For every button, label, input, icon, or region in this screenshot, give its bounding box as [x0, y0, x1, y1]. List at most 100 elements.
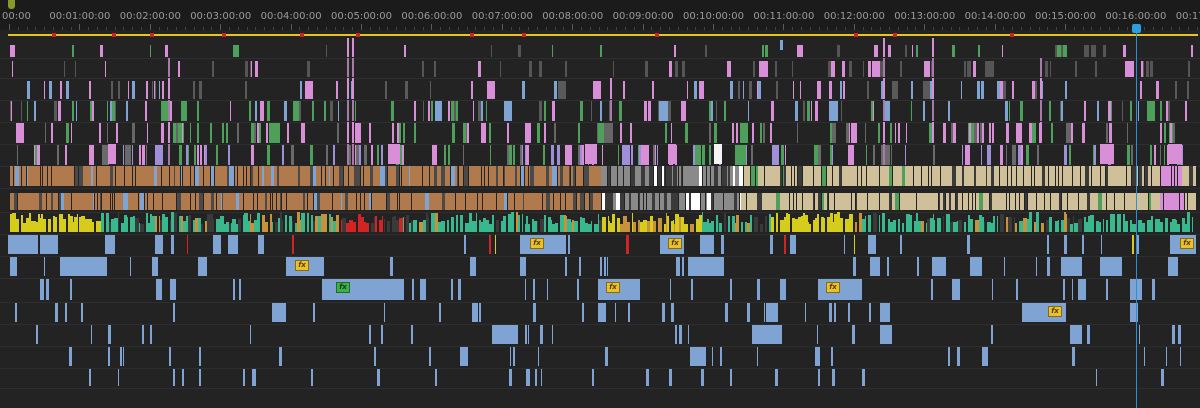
video-clip[interactable] — [707, 166, 710, 186]
video-clip[interactable] — [867, 81, 869, 99]
video-clip[interactable] — [723, 101, 727, 121]
video-clip[interactable] — [658, 217, 662, 232]
video-clip[interactable] — [1007, 166, 1012, 186]
video-clip[interactable] — [839, 81, 843, 99]
video-clip[interactable] — [386, 81, 388, 99]
video-clip[interactable] — [574, 220, 578, 232]
video-clip[interactable] — [763, 303, 766, 322]
video-clip[interactable] — [95, 192, 98, 210]
video-clip[interactable] — [883, 144, 885, 165]
video-clip[interactable] — [883, 78, 885, 99]
video-clip[interactable] — [62, 219, 67, 232]
video-clip[interactable] — [66, 81, 69, 99]
video-clip[interactable] — [1003, 257, 1006, 276]
video-clip[interactable] — [855, 166, 857, 186]
video-clip[interactable] — [55, 303, 58, 322]
video-clip[interactable] — [770, 217, 774, 232]
video-clip[interactable] — [355, 123, 357, 143]
video-clip[interactable] — [877, 257, 880, 276]
video-clip[interactable] — [284, 101, 287, 121]
video-clip[interactable] — [206, 166, 211, 186]
video-clip[interactable] — [99, 123, 101, 143]
video-clip[interactable] — [1064, 145, 1068, 165]
video-clip[interactable] — [720, 257, 722, 276]
video-clip[interactable] — [36, 145, 40, 165]
video-clip[interactable] — [917, 166, 922, 186]
video-clip[interactable] — [999, 145, 1003, 165]
video-clip[interactable] — [602, 216, 606, 232]
video-clip[interactable] — [431, 145, 438, 165]
video-clip[interactable] — [871, 101, 874, 121]
video-clip[interactable] — [590, 221, 592, 232]
video-clip[interactable] — [249, 61, 252, 77]
video-clip[interactable] — [892, 219, 897, 232]
video-clip[interactable] — [181, 101, 187, 121]
video-clip[interactable] — [1184, 101, 1188, 121]
video-clip[interactable] — [168, 122, 170, 143]
video-clip[interactable] — [613, 166, 618, 186]
video-clip[interactable] — [164, 45, 168, 57]
video-clip[interactable] — [986, 145, 991, 165]
video-clip[interactable] — [1121, 101, 1124, 121]
video-clip[interactable] — [831, 123, 837, 143]
video-clip[interactable] — [1149, 145, 1153, 165]
video-clip[interactable] — [883, 100, 885, 121]
video-clip[interactable] — [830, 145, 832, 165]
video-clip[interactable] — [967, 235, 970, 254]
video-clip[interactable] — [481, 123, 487, 143]
video-clip[interactable] — [1086, 325, 1090, 344]
video-clip[interactable] — [1125, 166, 1127, 186]
fx-badge-icon[interactable]: fx — [606, 282, 620, 293]
video-clip[interactable] — [1176, 192, 1179, 210]
video-clip[interactable] — [714, 123, 718, 143]
video-clip[interactable] — [1112, 214, 1116, 232]
video-clip[interactable] — [794, 192, 796, 210]
video-clip[interactable] — [459, 215, 464, 232]
fx-badge-icon[interactable]: fx — [1180, 238, 1194, 249]
video-clip[interactable] — [1107, 101, 1111, 121]
video-clip[interactable] — [1143, 222, 1146, 232]
video-clip[interactable] — [494, 325, 518, 344]
work-area-marker[interactable] — [8, 0, 15, 9]
video-clip[interactable] — [568, 235, 571, 254]
video-clip[interactable] — [477, 166, 482, 186]
video-clip[interactable] — [556, 145, 560, 165]
video-clip[interactable] — [942, 192, 945, 210]
video-clip[interactable] — [507, 145, 509, 165]
video-clip[interactable] — [270, 192, 273, 210]
video-clip[interactable] — [529, 61, 532, 77]
video-clip[interactable] — [839, 217, 843, 232]
video-clip[interactable] — [407, 192, 411, 210]
video-clip[interactable] — [456, 166, 459, 186]
fx-badge-icon[interactable]: fx — [826, 282, 840, 293]
video-clip[interactable] — [970, 257, 982, 276]
video-clip[interactable] — [383, 279, 387, 300]
video-clip[interactable] — [890, 123, 892, 143]
video-clip[interactable] — [985, 61, 988, 77]
video-clip[interactable] — [604, 123, 613, 143]
video-clip[interactable] — [621, 145, 631, 165]
video-clip[interactable] — [1058, 166, 1063, 186]
video-clip[interactable] — [760, 223, 763, 232]
video-clip[interactable] — [532, 279, 535, 300]
video-clip[interactable] — [610, 100, 612, 121]
video-clip[interactable] — [604, 303, 607, 322]
video-clip[interactable] — [480, 61, 482, 77]
video-clip[interactable] — [693, 145, 696, 165]
video-clip[interactable] — [737, 81, 741, 99]
video-clip[interactable] — [688, 257, 724, 276]
video-clip[interactable] — [451, 192, 455, 210]
video-clip[interactable] — [1021, 192, 1025, 210]
video-clip[interactable] — [802, 101, 806, 121]
video-clip[interactable] — [680, 166, 682, 186]
fx-badge-icon[interactable]: fx — [295, 260, 309, 271]
video-clip[interactable] — [878, 214, 881, 232]
video-clip[interactable] — [682, 257, 685, 276]
video-clip[interactable] — [193, 81, 196, 99]
video-clip[interactable] — [1012, 81, 1015, 99]
video-clip[interactable] — [394, 192, 397, 210]
video-clip[interactable] — [107, 347, 110, 366]
video-clip[interactable] — [983, 222, 986, 232]
video-clip[interactable] — [285, 215, 287, 232]
video-clip[interactable] — [1041, 192, 1045, 210]
